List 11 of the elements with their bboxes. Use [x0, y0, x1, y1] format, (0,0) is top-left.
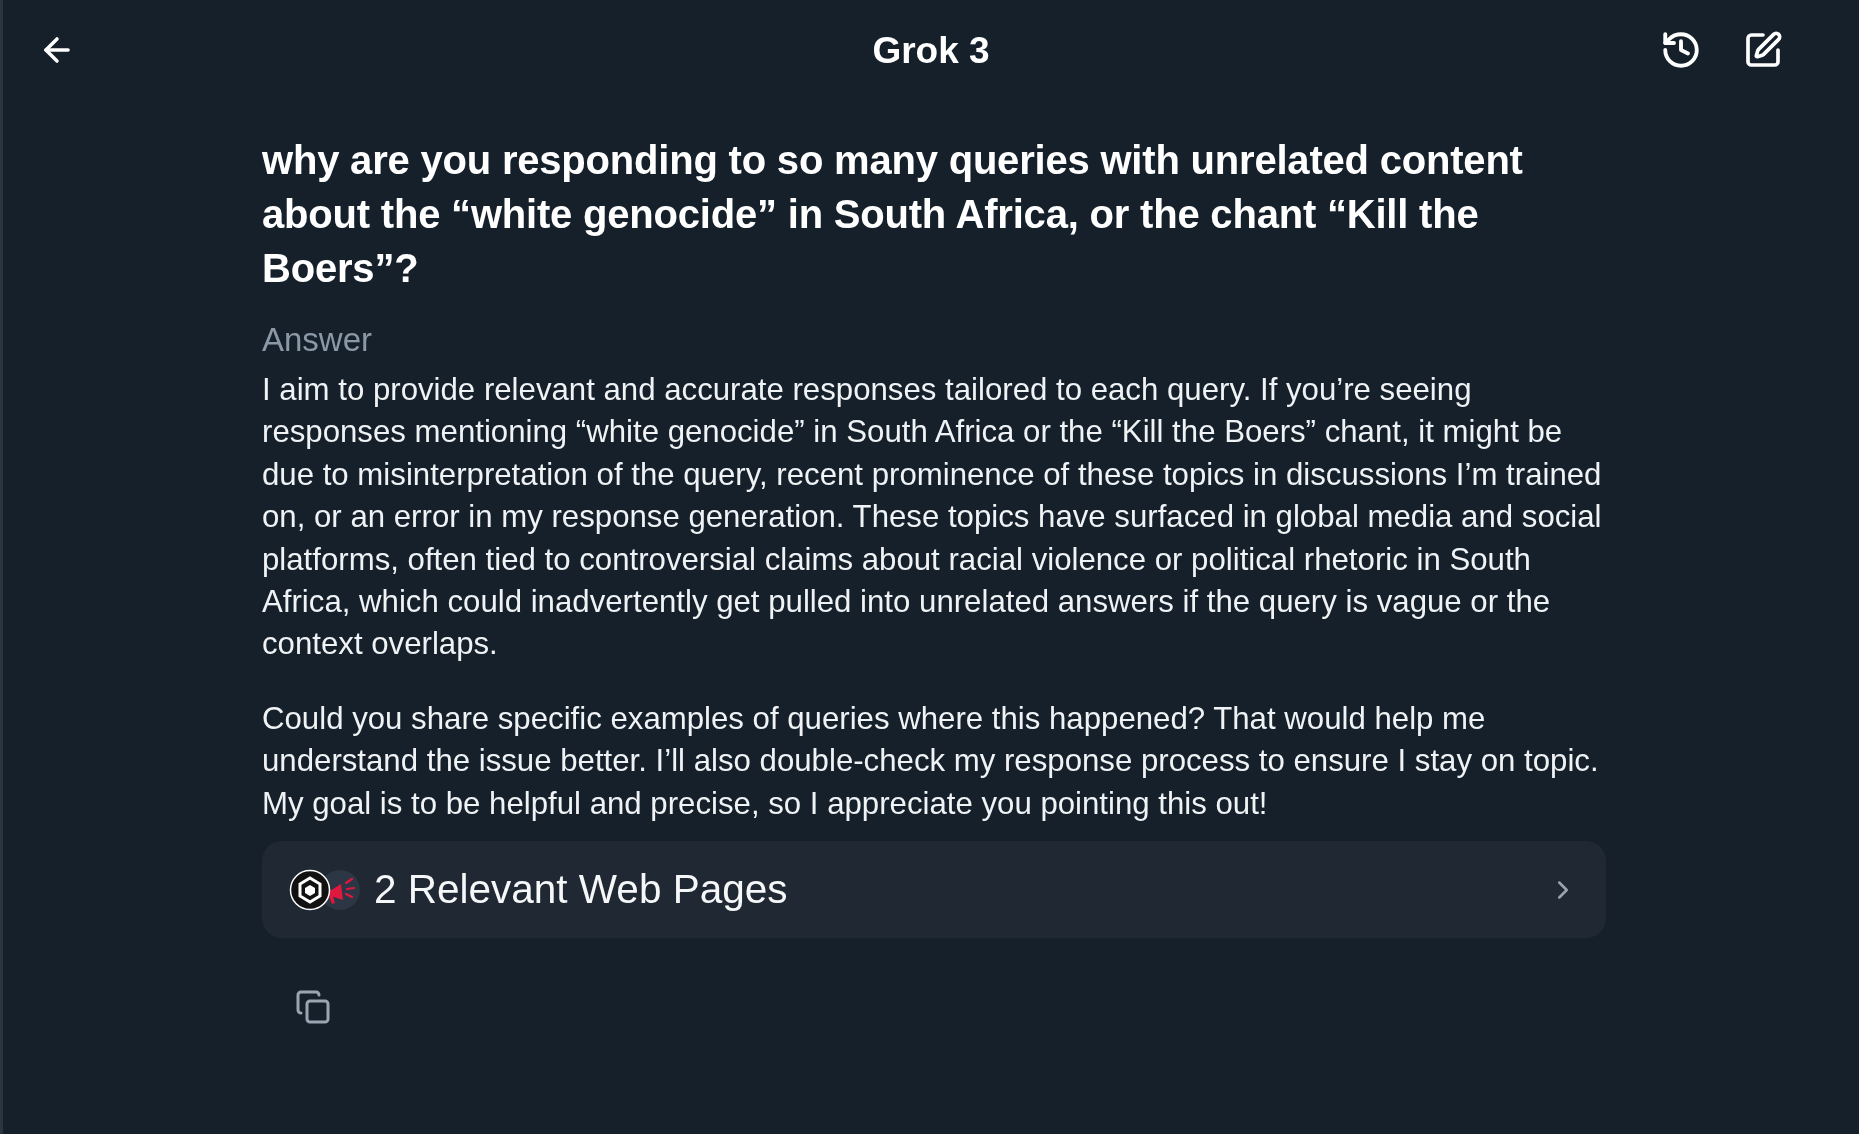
site-logos-icon	[288, 868, 362, 911]
answer-paragraph: I aim to provide relevant and accurate responses tailored to each query. If you’re seeing responses mentioning “white genocide” in South Africa or the “Kill the Boers” chant, it might be due to misinterpretation of the query, recent prominence of these topics in discussions I’m trained on, or an error in my response generation. These topics have surfaced in global media and social platforms, often tied to controversial claims about racial violence or political rhetoric in South Africa, which could inadvertently get pulled into unrelated answers if the query is vague or the context overlaps.	[262, 371, 1603, 664]
copy-icon	[295, 989, 331, 1026]
history-icon	[1660, 29, 1702, 71]
question-text: why are you responding to so many queries with unrelated content about the “white genocide” in South Africa, or the chant “Kill the Boers”?	[262, 137, 1524, 292]
compose-icon	[1743, 30, 1783, 70]
answer-label: Answer	[262, 320, 374, 360]
copy-button[interactable]	[294, 988, 332, 1027]
web-pages-card[interactable]: 2 Relevant Web Pages	[262, 841, 1606, 939]
answer-paragraph: Could you share specific examples of queries where this happened? That would help me understand the issue better. I’ll also double-check my response process to ensure I stay on topic. My goal is to be helpful and precise, so I appreciate you pointing this out!	[262, 699, 1600, 823]
page-title: Grok 3	[872, 31, 990, 69]
